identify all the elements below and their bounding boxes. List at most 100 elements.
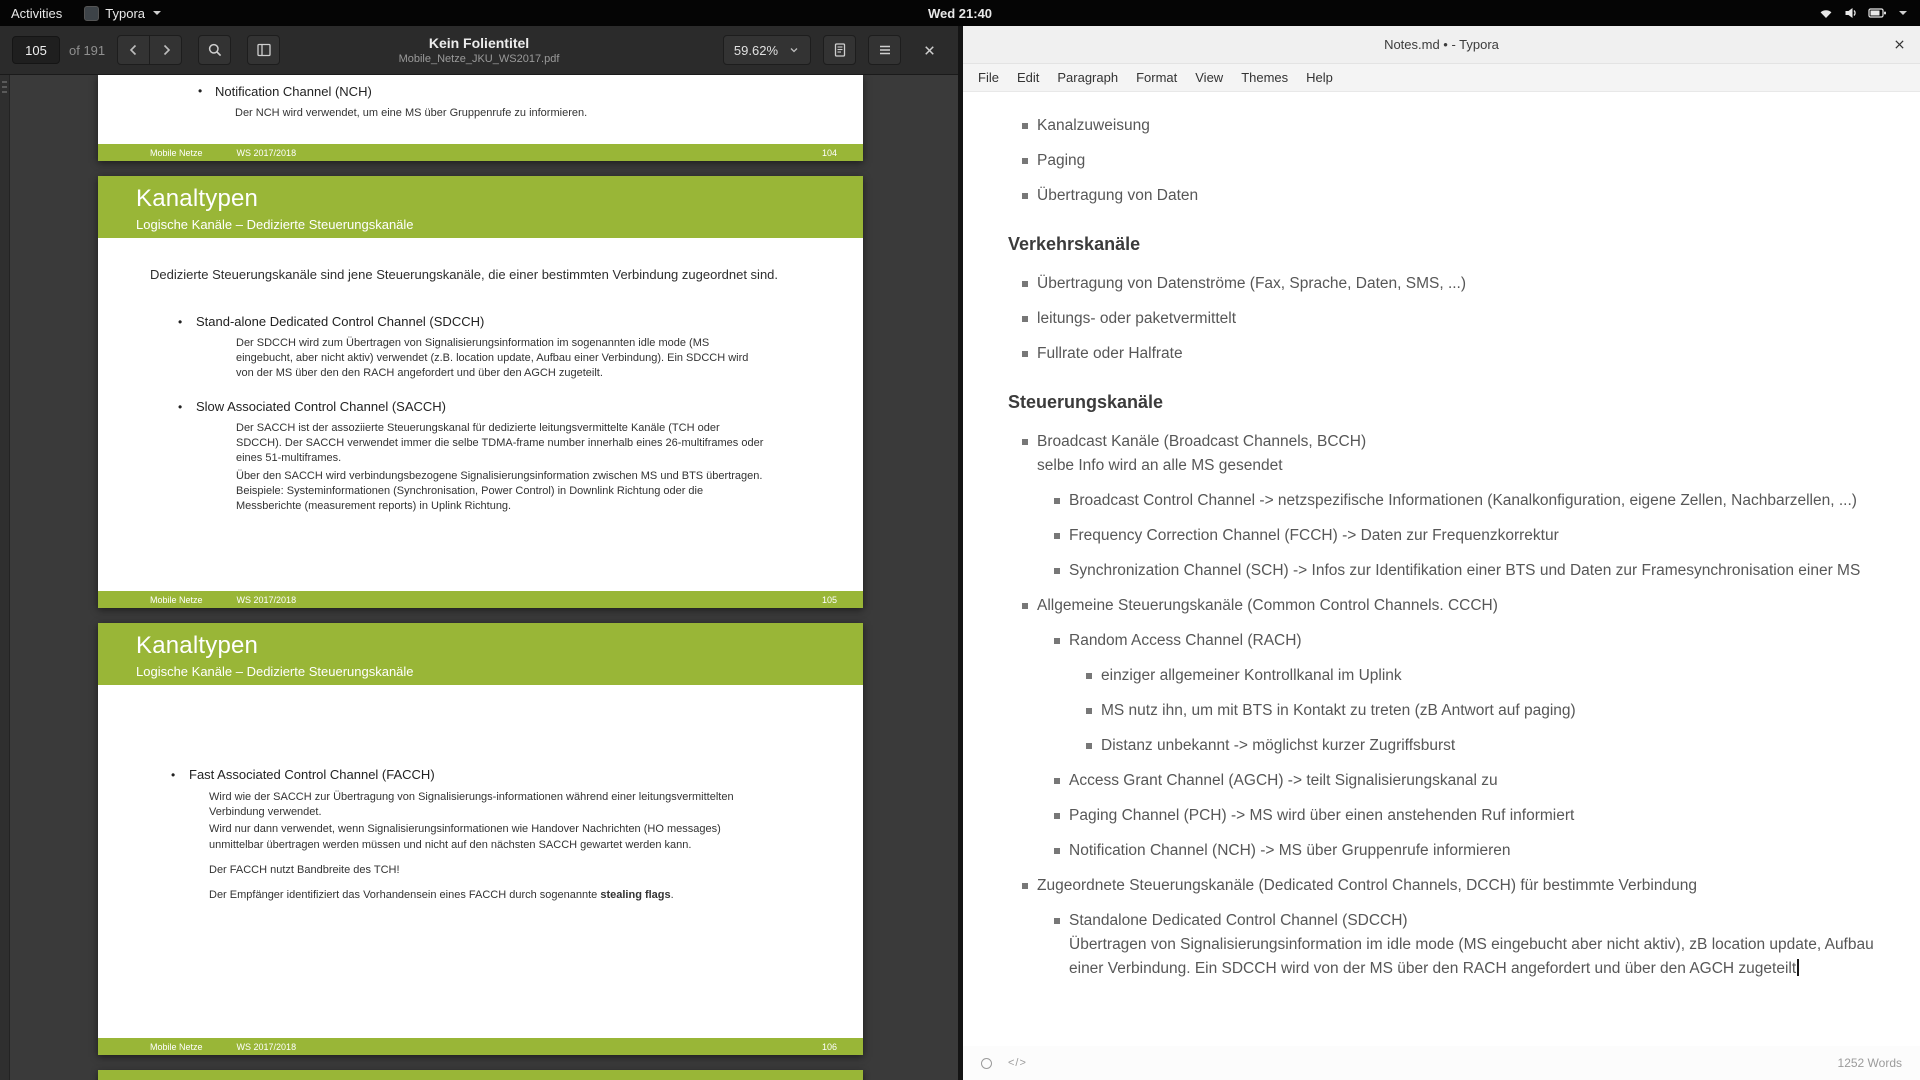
chevron-right-icon xyxy=(158,42,174,58)
slide-title: Kanaltypen xyxy=(136,185,863,213)
note-list-item[interactable]: Distanz unbekannt -> möglichst kurzer Zu… xyxy=(1008,734,1894,758)
battery-icon xyxy=(1868,5,1888,21)
text-cursor xyxy=(1797,959,1799,976)
note-list-item[interactable]: Synchronization Channel (SCH) -> Infos z… xyxy=(1008,559,1894,583)
note-list-item[interactable]: Paging Channel (PCH) -> MS wird über ein… xyxy=(1008,804,1894,828)
close-window-button[interactable] xyxy=(1878,26,1920,63)
slide-bullet-body: Der SDCCH wird zum Übertragen von Signal… xyxy=(236,336,768,382)
bullet-square-icon xyxy=(1022,158,1028,164)
pdf-page-105: Kanaltypen Logische Kanäle – Dedizierte … xyxy=(98,176,863,608)
collapsed-side-pane[interactable] xyxy=(0,75,10,1080)
slide-footer: Mobile Netze WS 2017/2018 105 xyxy=(98,591,863,608)
slide-header: Kanaltypen Logische Kanäle – Dedizierte … xyxy=(98,623,863,685)
menu-button[interactable] xyxy=(868,35,901,65)
window-title: Kein Folientitel Mobile_Netze_JKU_WS2017… xyxy=(399,35,560,66)
note-list-item[interactable]: Zugeordnete Steuerungskanäle (Dedicated … xyxy=(1008,874,1894,898)
bullet-square-icon xyxy=(1086,673,1092,679)
chevron-down-icon xyxy=(788,44,800,56)
note-list-item[interactable]: Broadcast Kanäle (Broadcast Channels, BC… xyxy=(1008,430,1894,478)
document-icon xyxy=(832,42,848,58)
zoom-level-value: 59.62% xyxy=(734,43,778,58)
slide-bullet-body: Der SACCH ist der assoziierte Steuerungs… xyxy=(236,421,768,514)
clock[interactable]: Wed 21:40 xyxy=(918,0,1002,26)
document-title: Kein Folientitel xyxy=(399,35,560,51)
bullet-label: Slow Associated Control Channel (SACCH) xyxy=(196,399,446,414)
footer-course: Mobile Netze xyxy=(150,148,203,158)
slide-footer: Mobile Netze WS 2017/2018 106 xyxy=(98,1038,863,1055)
app-menu[interactable]: Typora xyxy=(73,0,172,26)
note-list-item[interactable]: Paging xyxy=(1008,149,1894,173)
note-list-item[interactable]: MS nutz ihn, um mit BTS in Kontakt zu tr… xyxy=(1008,699,1894,723)
source-code-icon[interactable]: </> xyxy=(1008,1057,1027,1069)
bullet-square-icon xyxy=(1054,918,1060,924)
annotate-document-button[interactable] xyxy=(823,35,856,65)
word-count[interactable]: 1252 Words xyxy=(1838,1056,1902,1070)
typora-title-bar[interactable]: Notes.md • - Typora xyxy=(963,26,1920,64)
slide-paragraph: Der FACCH nutzt Bandbreite des TCH! xyxy=(209,863,758,878)
app-menu-label: Typora xyxy=(105,6,145,21)
note-text: Kanalzuweisung xyxy=(1037,117,1150,134)
note-heading[interactable]: Verkehrskanäle xyxy=(1008,234,1894,255)
menu-themes[interactable]: Themes xyxy=(1232,64,1297,91)
slide-bullet: Fast Associated Control Channel (FACCH) … xyxy=(171,767,813,903)
slide-bullet-body: Der NCH wird verwendet, um eine MS über … xyxy=(235,106,823,121)
menu-file[interactable]: File xyxy=(969,64,1008,91)
note-list-item[interactable]: Kanalzuweisung xyxy=(1008,114,1894,138)
note-text: Fullrate oder Halfrate xyxy=(1037,345,1183,362)
note-text: Allgemeine Steuerungskanäle (Common Cont… xyxy=(1037,597,1498,614)
bullet-square-icon xyxy=(1054,533,1060,539)
note-list-item[interactable]: Broadcast Control Channel -> netzspezifi… xyxy=(1008,489,1894,513)
note-list-item[interactable]: leitungs- oder paketvermittelt xyxy=(1008,307,1894,331)
slide-footer: Mobile Netze WS 2017/2018 104 xyxy=(98,144,863,161)
menu-edit[interactable]: Edit xyxy=(1008,64,1048,91)
note-list-item[interactable]: Access Grant Channel (AGCH) -> teilt Sig… xyxy=(1008,769,1894,793)
search-button[interactable] xyxy=(198,35,231,65)
menu-view[interactable]: View xyxy=(1186,64,1232,91)
next-page-button[interactable] xyxy=(149,35,182,65)
bullet-square-icon xyxy=(1022,316,1028,322)
footer-term: WS 2017/2018 xyxy=(237,148,297,158)
note-list-item[interactable]: Allgemeine Steuerungskanäle (Common Cont… xyxy=(1008,594,1894,618)
slide-subtitle: Logische Kanäle – Dedizierte Steuerungsk… xyxy=(136,664,863,679)
document-filename: Mobile_Netze_JKU_WS2017.pdf xyxy=(399,53,560,66)
side-pane-toggle-button[interactable] xyxy=(247,35,280,65)
note-text: Access Grant Channel (AGCH) -> teilt Sig… xyxy=(1069,772,1498,789)
previous-page-button[interactable] xyxy=(117,35,150,65)
activities-button[interactable]: Activities xyxy=(0,0,73,26)
slide-paragraph: Der SACCH ist der assoziierte Steuerungs… xyxy=(236,421,768,467)
note-heading[interactable]: Steuerungskanäle xyxy=(1008,392,1894,413)
note-list-item[interactable]: Übertragung von Daten xyxy=(1008,184,1894,208)
note-text: Übertragen von Signalisierungsinformatio… xyxy=(1069,933,1894,981)
slide-paragraph: Über den SACCH wird verbindungsbezogene … xyxy=(236,469,768,515)
menu-help[interactable]: Help xyxy=(1297,64,1342,91)
note-text: MS nutz ihn, um mit BTS in Kontakt zu tr… xyxy=(1101,702,1576,719)
editor[interactable]: Kanalzuweisung Paging Übertragung von Date… xyxy=(963,92,1920,1046)
zoom-level-dropdown[interactable]: 59.62% xyxy=(723,35,811,65)
gnome-top-bar: Activities Typora Wed 21:40 xyxy=(0,0,1920,26)
footer-page-number: 105 xyxy=(822,595,837,605)
activities-label: Activities xyxy=(11,6,62,21)
bullet-square-icon xyxy=(1022,351,1028,357)
note-text: Synchronization Channel (SCH) -> Infos z… xyxy=(1069,562,1860,579)
menu-format[interactable]: Format xyxy=(1127,64,1186,91)
page-number-input[interactable] xyxy=(12,36,60,64)
note-list-item[interactable]: Übertragung von Datenströme (Fax, Sprach… xyxy=(1008,272,1894,296)
typora-window-title: Notes.md • - Typora xyxy=(1384,37,1499,52)
note-list-item[interactable]: Fullrate oder Halfrate xyxy=(1008,342,1894,366)
pdf-canvas[interactable]: Notification Channel (NCH) Der NCH wird … xyxy=(0,75,958,1080)
bullet-square-icon xyxy=(1022,193,1028,199)
note-list-item[interactable]: Notification Channel (NCH) -> MS über Gr… xyxy=(1008,839,1894,863)
bullet-square-icon xyxy=(1054,498,1060,504)
note-list-item[interactable]: Frequency Correction Channel (FCCH) -> D… xyxy=(1008,524,1894,548)
menu-paragraph[interactable]: Paragraph xyxy=(1048,64,1127,91)
outline-toggle-icon[interactable] xyxy=(981,1058,992,1069)
note-list-item[interactable]: Standalone Dedicated Control Channel (SD… xyxy=(1008,909,1894,981)
pdf-page-107-partial xyxy=(98,1070,863,1080)
hamburger-menu-icon xyxy=(877,42,893,58)
system-tray[interactable] xyxy=(1805,0,1920,26)
slide-bullet: Slow Associated Control Channel (SACCH) … xyxy=(178,399,813,514)
footer-course: Mobile Netze xyxy=(150,595,203,605)
note-list-item[interactable]: einziger allgemeiner Kontrollkanal im Up… xyxy=(1008,664,1894,688)
close-window-button[interactable] xyxy=(913,35,946,65)
note-list-item[interactable]: Random Access Channel (RACH) xyxy=(1008,629,1894,653)
